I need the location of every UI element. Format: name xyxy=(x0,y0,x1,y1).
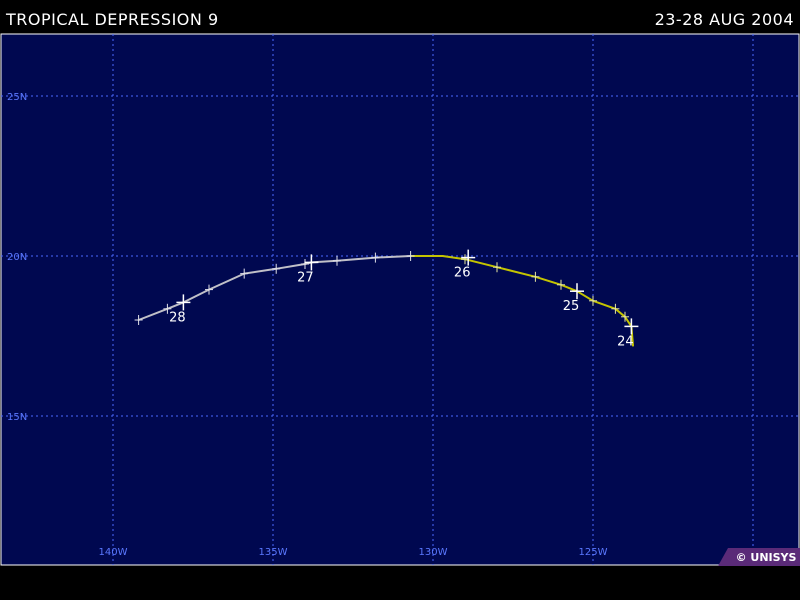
track-map: 140W135W130W125W120W25N20N15N 2425262728… xyxy=(0,33,800,566)
lon-label-130W: 130W xyxy=(419,547,448,558)
day-label-26: 26 xyxy=(454,266,471,281)
lon-label-135W: 135W xyxy=(259,547,288,558)
day-label-25: 25 xyxy=(563,299,580,314)
day-label-27: 27 xyxy=(297,270,314,285)
lat-label-20N: 20N xyxy=(7,252,27,263)
ocean-background xyxy=(0,33,800,566)
lat-label-15N: 15N xyxy=(7,412,27,423)
lon-label-125W: 125W xyxy=(579,547,608,558)
copyright-text: © UNISYS xyxy=(736,551,797,564)
lat-label-25N: 25N xyxy=(7,92,27,103)
lon-label-140W: 140W xyxy=(99,547,128,558)
day-label-24: 24 xyxy=(617,334,634,349)
day-label-28: 28 xyxy=(169,310,186,325)
copyright-badge: © UNISYS xyxy=(718,548,800,566)
